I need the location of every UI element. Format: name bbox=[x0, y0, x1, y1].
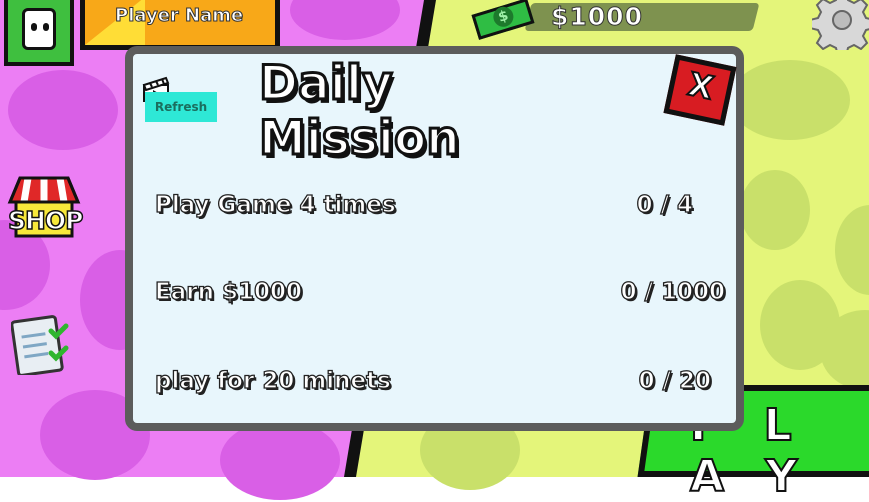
shop-button[interactable]: SHOP bbox=[7, 205, 84, 236]
mission-progress: 0 / 1000 bbox=[620, 278, 726, 305]
mission-label: play for 20 minets bbox=[154, 367, 391, 394]
money-amount: $1000 bbox=[551, 2, 643, 32]
mission-label: Play Game 4 times bbox=[154, 191, 396, 218]
close-button[interactable]: X bbox=[663, 54, 737, 126]
bg-dot bbox=[740, 170, 810, 250]
mission-list-icon[interactable] bbox=[11, 313, 75, 375]
player-name-banner[interactable]: Player Name bbox=[80, 0, 280, 50]
refresh-button[interactable]: Refresh bbox=[145, 92, 217, 122]
avatar[interactable] bbox=[4, 0, 74, 66]
mission-label: Earn $1000 bbox=[154, 278, 302, 305]
bg-dot bbox=[220, 420, 340, 500]
mission-row: Play Game 4 times 0 / 4 bbox=[154, 191, 725, 226]
daily-mission-dialog: Daily Mission X Refresh Play Game 4 time… bbox=[125, 46, 744, 431]
mission-progress: 0 / 4 bbox=[636, 191, 694, 218]
avatar-icon bbox=[22, 8, 56, 50]
bg-dot bbox=[730, 60, 850, 140]
avatar-eye bbox=[43, 23, 49, 31]
dialog-title: Daily Mission bbox=[258, 55, 462, 168]
player-name: Player Name bbox=[114, 5, 244, 27]
bg-dot bbox=[8, 70, 118, 150]
avatar-eye bbox=[31, 23, 37, 31]
mission-row: Earn $1000 0 / 1000 bbox=[154, 278, 726, 313]
mission-row: play for 20 minets 0 / 20 bbox=[154, 367, 725, 402]
close-icon: X bbox=[684, 64, 718, 108]
mission-progress: 0 / 20 bbox=[638, 367, 712, 394]
gear-icon[interactable] bbox=[812, 0, 869, 50]
